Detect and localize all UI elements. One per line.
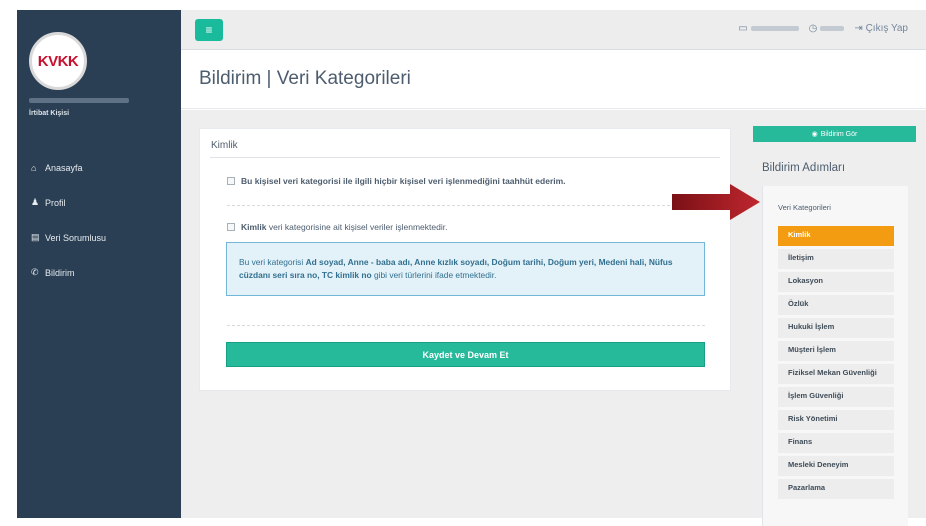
step-item[interactable]: Mesleki Deneyim <box>778 456 894 476</box>
bullhorn-icon: ✆ <box>31 267 39 277</box>
logout-label: Çıkış Yap <box>865 23 908 34</box>
date-redacted <box>750 25 799 31</box>
top-bar: ≡ ▭ ◷ ⇥ Çıkış Yap <box>181 10 926 50</box>
sidebar-item-label: Veri Sorumlusu <box>45 232 107 243</box>
save-continue-button[interactable]: Kaydet ve Devam Et <box>226 342 705 367</box>
step-item[interactable]: Hukuki İşlem <box>778 318 894 338</box>
time-display: ◷ <box>809 23 845 34</box>
view-notification-label: Bildirim Gör <box>820 130 858 138</box>
page-header: Bildirim | Veri Kategorileri <box>181 51 926 109</box>
hamburger-icon: ≡ <box>205 23 213 37</box>
user-role: İrtibat Kişisi <box>29 110 70 117</box>
page-title: Bildirim | Veri Kategorileri <box>199 68 411 89</box>
step-item[interactable]: Risk Yönetimi <box>778 410 894 430</box>
sidebar-item-label: Anasayfa <box>45 162 83 173</box>
data-processed-checkbox[interactable] <box>227 223 235 231</box>
data-processed-text: veri kategorisine ait kişisel veriler iş… <box>266 222 448 232</box>
logo-text: KVKK <box>37 52 79 70</box>
user-name-redacted <box>29 98 129 103</box>
category-name: Kimlik <box>241 222 267 232</box>
sidebar-item-bildirim[interactable]: ✆ Bildirim <box>17 255 181 290</box>
step-item[interactable]: Lokasyon <box>778 272 894 292</box>
clock-icon: ◷ <box>808 23 818 34</box>
step-item[interactable]: Kimlik <box>778 226 894 246</box>
category-info-box: Bu veri kategorisi Ad soyad, Anne - baba… <box>226 242 705 296</box>
app-window: KVKK İrtibat Kişisi ⌂ Anasayfa ♟ Profil … <box>0 0 926 526</box>
sidebar-item-profil[interactable]: ♟ Profil <box>17 185 181 220</box>
data-processed-label: Kimlik veri kategorisine ait kişisel ver… <box>241 222 447 232</box>
step-item[interactable]: İletişim <box>778 249 894 269</box>
profile-area: KVKK İrtibat Kişisi <box>17 10 181 126</box>
step-item[interactable]: Finans <box>778 433 894 453</box>
top-bar-right: ▭ ◷ ⇥ Çıkış Yap <box>738 23 908 34</box>
data-processed-option[interactable]: Kimlik veri kategorisine ait kişisel ver… <box>227 222 447 232</box>
category-panel: Kimlik Bu kişisel veri kategorisi ile il… <box>199 128 731 391</box>
step-item[interactable]: Pazarlama <box>778 479 894 499</box>
step-item[interactable]: Müşteri İşlem <box>778 341 894 361</box>
no-data-checkbox[interactable] <box>227 177 235 185</box>
panel-divider <box>210 157 720 158</box>
red-arrow-annotation <box>672 184 760 220</box>
menu-toggle-button[interactable]: ≡ <box>195 19 223 41</box>
steps-title: Bildirim Adımları <box>762 162 846 174</box>
steps-section-label: Veri Kategorileri <box>778 203 831 212</box>
logout-icon: ⇥ <box>854 23 863 34</box>
sidebar-item-veri-sorumlusu[interactable]: ▤ Veri Sorumlusu <box>17 220 181 255</box>
user-icon: ♟ <box>31 197 40 207</box>
sidebar-item-anasayfa[interactable]: ⌂ Anasayfa <box>17 150 181 185</box>
sidebar-nav: ⌂ Anasayfa ♟ Profil ▤ Veri Sorumlusu ✆ B… <box>17 150 181 290</box>
step-item[interactable]: Özlük <box>778 295 894 315</box>
kvkk-logo: KVKK <box>29 32 87 90</box>
no-data-checkbox-label: Bu kişisel veri kategorisi ile ilgili hi… <box>241 176 566 186</box>
database-icon: ▤ <box>31 232 40 242</box>
sidebar-item-label: Profil <box>45 197 66 208</box>
steps-column: ◉ Bildirim Gör Bildirim Adımları Veri Ka… <box>753 126 916 526</box>
dashed-divider <box>227 205 705 206</box>
view-notification-button[interactable]: ◉ Bildirim Gör <box>753 126 916 142</box>
steps-list: Kimlik İletişim Lokasyon Özlük Hukuki İşlem M… <box>778 226 894 502</box>
info-suffix: gibi veri türlerini ifade etmektedir. <box>371 270 497 280</box>
sidebar: KVKK İrtibat Kişisi ⌂ Anasayfa ♟ Profil … <box>17 10 181 518</box>
eye-icon: ◉ <box>811 131 818 138</box>
date-display: ▭ <box>738 23 799 34</box>
home-icon: ⌂ <box>31 162 37 173</box>
logout-link[interactable]: ⇥ Çıkış Yap <box>854 23 908 34</box>
info-prefix: Bu veri kategorisi <box>239 257 306 267</box>
dashed-divider <box>227 325 705 326</box>
step-item[interactable]: İşlem Güvenliği <box>778 387 894 407</box>
panel-title: Kimlik <box>211 140 238 151</box>
calendar-icon: ▭ <box>738 23 748 34</box>
step-item[interactable]: Fiziksel Mekan Güvenliği <box>778 364 894 384</box>
no-data-commitment-option[interactable]: Bu kişisel veri kategorisi ile ilgili hi… <box>227 176 566 186</box>
time-redacted <box>820 25 845 31</box>
sidebar-item-label: Bildirim <box>45 267 75 278</box>
steps-box: Veri Kategorileri Kimlik İletişim Lokasyon… <box>762 186 908 526</box>
